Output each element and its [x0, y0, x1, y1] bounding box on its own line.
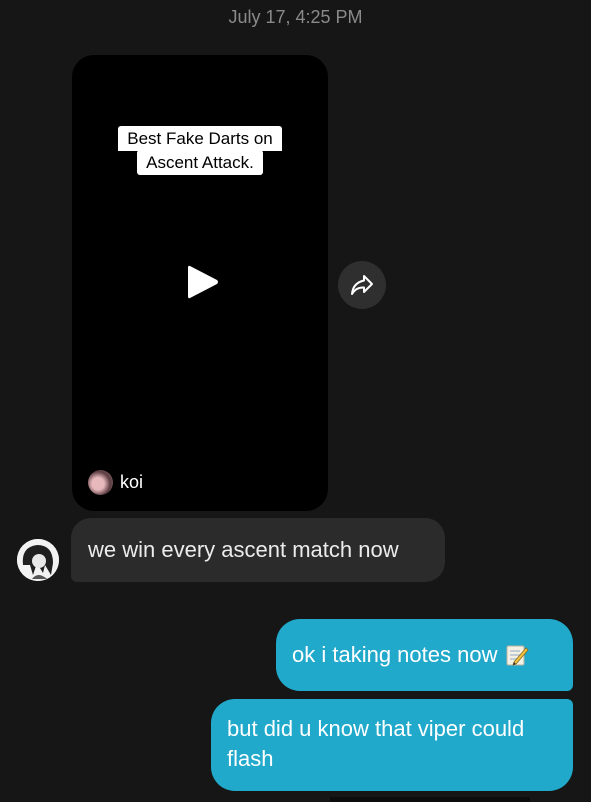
share-button[interactable] [338, 261, 386, 309]
shared-video-card[interactable]: Best Fake Darts on Ascent Attack. koi [72, 55, 328, 511]
sender-avatar[interactable] [17, 539, 59, 581]
sent-message[interactable]: but did u know that viper could flash [211, 699, 573, 791]
avatar-image [17, 539, 59, 581]
author-avatar [88, 470, 113, 495]
received-message[interactable]: we win every ascent match now [71, 518, 445, 582]
author-name: koi [120, 472, 144, 492]
message-timestamp: July 17, 4:25 PM [228, 7, 363, 27]
memo-icon [506, 645, 530, 666]
share-arrow-icon [351, 275, 373, 295]
next-message-edge [330, 797, 530, 802]
video-caption-line-2: Ascent Attack. [137, 150, 263, 175]
message-text: ok i taking notes now [292, 642, 498, 667]
message-text: we win every ascent match now [88, 537, 399, 562]
sent-message[interactable]: ok i taking notes now [276, 619, 573, 691]
message-text: but did u know that viper could flash [227, 716, 525, 771]
video-caption-line-1: Best Fake Darts on [118, 126, 282, 151]
play-icon[interactable] [186, 263, 220, 301]
video-caption: Best Fake Darts on Ascent Attack. [72, 126, 328, 175]
video-author[interactable]: koi [88, 470, 143, 495]
